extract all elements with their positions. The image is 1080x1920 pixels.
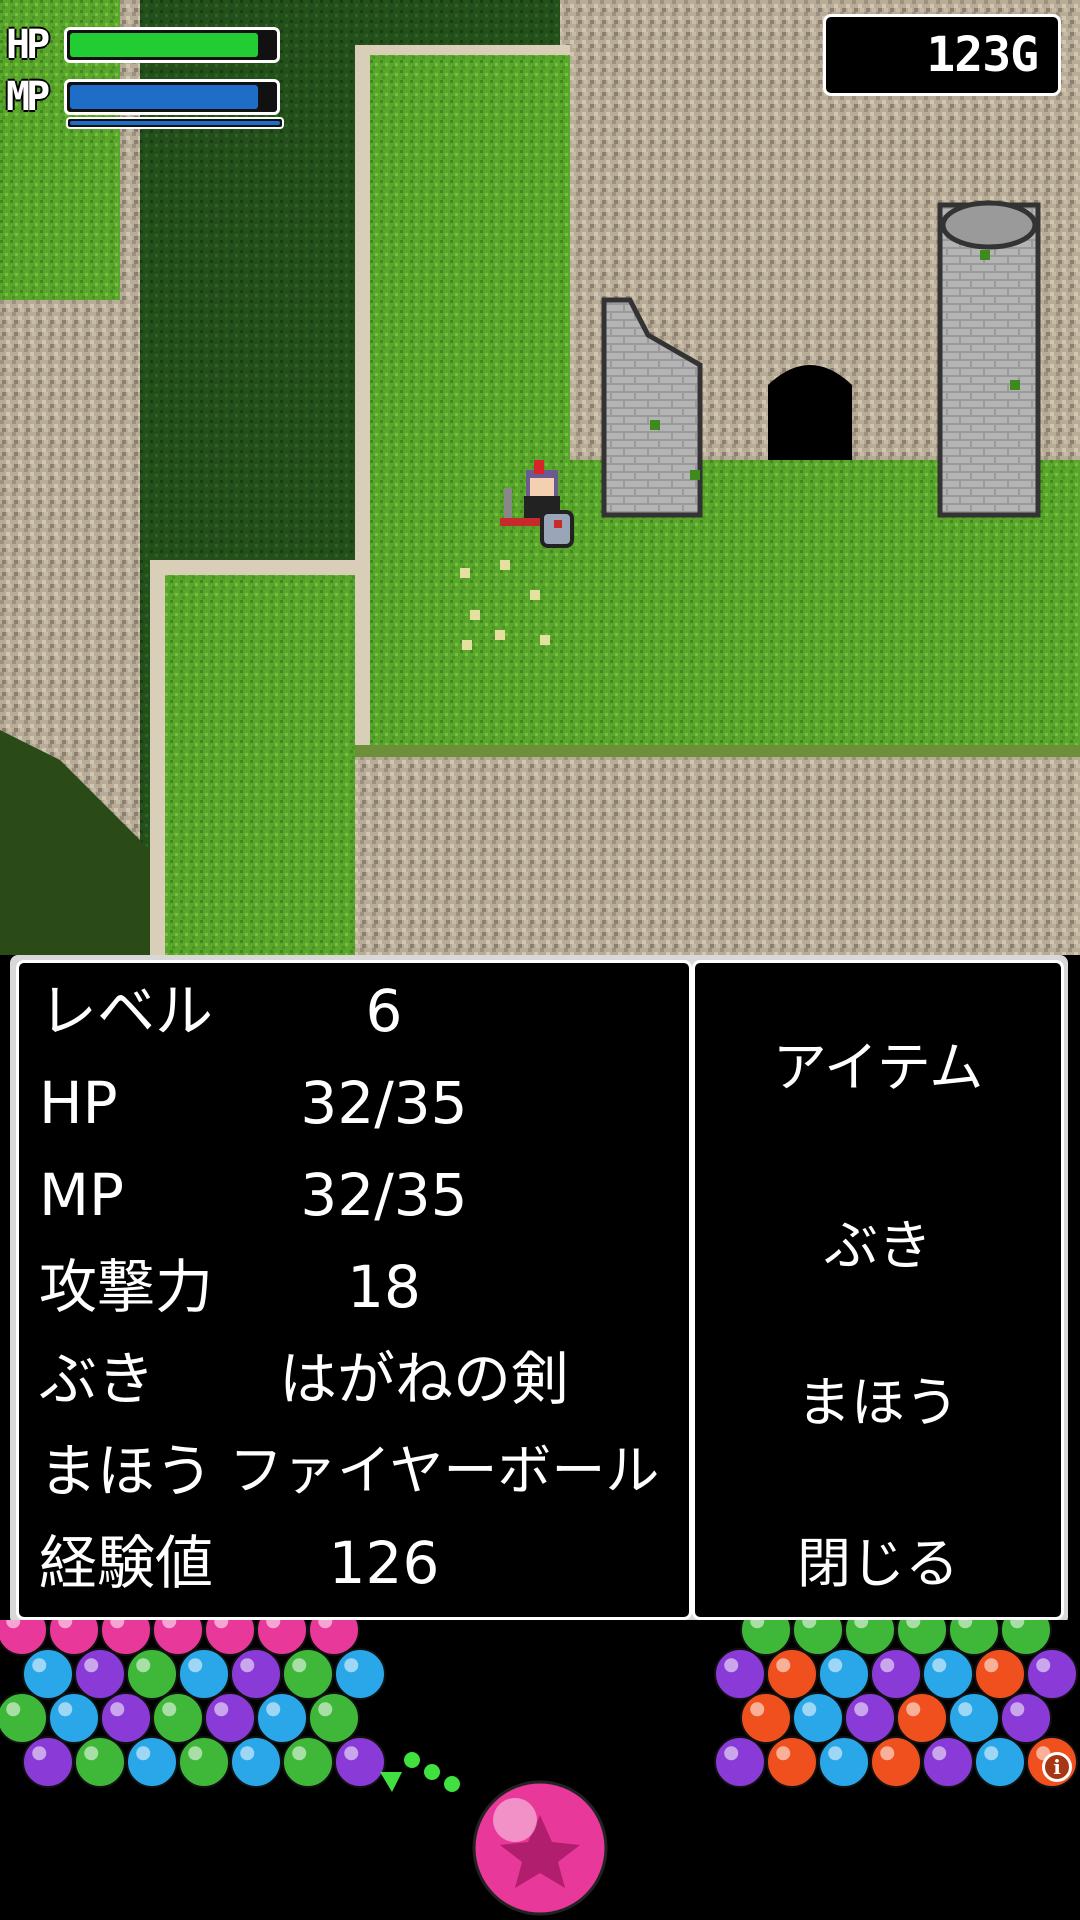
- aim-dot: [444, 1776, 460, 1792]
- mp-bar: [64, 79, 280, 115]
- puzzle-orb: [334, 1736, 386, 1788]
- puzzle-orb: [282, 1648, 334, 1700]
- mp-gauge: MP: [6, 74, 280, 120]
- bubble-puzzle-area[interactable]: [0, 1620, 1080, 1920]
- puzzle-orb: [74, 1648, 126, 1700]
- puzzle-orb: [1000, 1692, 1052, 1744]
- hp-bar-fill: [70, 33, 258, 57]
- puzzle-orb: [334, 1648, 386, 1700]
- stat-label: ぶき: [39, 1345, 156, 1413]
- puzzle-orb: [922, 1736, 974, 1788]
- stat-row-weapon: ぶき はがねの剣: [39, 1339, 689, 1419]
- stat-row-magic: まほう ファイヤーボール: [39, 1431, 689, 1511]
- puzzle-orb: [896, 1692, 948, 1744]
- aim-dot: [404, 1752, 420, 1768]
- aim-arrow-icon: [380, 1772, 402, 1792]
- puzzle-orb: [1026, 1648, 1078, 1700]
- status-panel: レベル 6 HP 32/35 MP 32/35 攻撃力 18 ぶき はがねの剣 …: [16, 960, 692, 1620]
- mp-label: MP: [6, 74, 50, 120]
- info-icon[interactable]: i: [1042, 1752, 1072, 1782]
- command-weapon-button[interactable]: ぶき: [695, 1211, 1061, 1281]
- puzzle-orb: [22, 1736, 74, 1788]
- puzzle-orb: [766, 1648, 818, 1700]
- puzzle-orb: [818, 1648, 870, 1700]
- command-magic-button[interactable]: まほう: [695, 1368, 1061, 1438]
- puzzle-orb: [922, 1648, 974, 1700]
- puzzle-orb: [714, 1648, 766, 1700]
- puzzle-orb: [714, 1736, 766, 1788]
- mp-sub-bar: [66, 117, 284, 129]
- mp-bar-fill: [70, 85, 258, 109]
- puzzle-orb: [48, 1692, 100, 1744]
- puzzle-orb: [844, 1692, 896, 1744]
- command-item-button[interactable]: アイテム: [695, 1033, 1061, 1103]
- stat-value: 126: [328, 1529, 440, 1597]
- stat-value: ファイヤーボール: [229, 1439, 660, 1502]
- puzzle-orb: [766, 1736, 818, 1788]
- stat-row-level: レベル 6: [39, 971, 689, 1051]
- aim-dot: [424, 1764, 440, 1780]
- puzzle-orb: [974, 1736, 1026, 1788]
- command-close-button[interactable]: 閉じる: [695, 1529, 1061, 1599]
- stat-row-attack: 攻撃力 18: [39, 1247, 689, 1327]
- puzzle-orb: [818, 1736, 870, 1788]
- puzzle-orb: [74, 1736, 126, 1788]
- hp-bar: [64, 27, 280, 63]
- puzzle-orb: [792, 1692, 844, 1744]
- puzzle-orb: [22, 1648, 74, 1700]
- stat-value: 32/35: [300, 1069, 468, 1137]
- stat-value: 32/35: [300, 1161, 468, 1229]
- puzzle-orb: [152, 1692, 204, 1744]
- puzzle-orb: [204, 1692, 256, 1744]
- shooter-orb[interactable]: [472, 1780, 608, 1916]
- command-panel: アイテム ぶき まほう 閉じる: [692, 960, 1064, 1620]
- puzzle-orb: [308, 1692, 360, 1744]
- puzzle-orb: [256, 1692, 308, 1744]
- hp-label: HP: [6, 22, 50, 68]
- puzzle-orb: [230, 1736, 282, 1788]
- stat-value: 6: [365, 977, 403, 1045]
- puzzle-orb: [0, 1692, 48, 1744]
- gold-display: 123G: [823, 14, 1061, 96]
- puzzle-orb: [100, 1692, 152, 1744]
- stat-value: 18: [347, 1253, 421, 1321]
- puzzle-orb: [126, 1736, 178, 1788]
- mp-sub-bar-fill: [70, 121, 280, 125]
- puzzle-orb: [126, 1648, 178, 1700]
- puzzle-orb: [948, 1692, 1000, 1744]
- stat-row-mp: MP 32/35: [39, 1155, 689, 1235]
- puzzle-orb: [282, 1736, 334, 1788]
- hero-sprite[interactable]: [488, 460, 588, 570]
- puzzle-orb: [230, 1648, 282, 1700]
- game-map[interactable]: [0, 0, 1080, 955]
- puzzle-board: [0, 1620, 1078, 1916]
- gold-amount: 123G: [926, 27, 1039, 83]
- puzzle-orb: [870, 1648, 922, 1700]
- puzzle-orb: [974, 1648, 1026, 1700]
- puzzle-orb: [870, 1736, 922, 1788]
- stat-row-exp: 経験値 126: [39, 1523, 689, 1603]
- stat-value: はがねの剣: [279, 1345, 570, 1413]
- puzzle-orb: [178, 1736, 230, 1788]
- puzzle-orb: [740, 1692, 792, 1744]
- hp-gauge: HP: [6, 22, 280, 68]
- stat-row-hp: HP 32/35: [39, 1063, 689, 1143]
- puzzle-orb: [178, 1648, 230, 1700]
- stat-label: まほう: [39, 1437, 214, 1505]
